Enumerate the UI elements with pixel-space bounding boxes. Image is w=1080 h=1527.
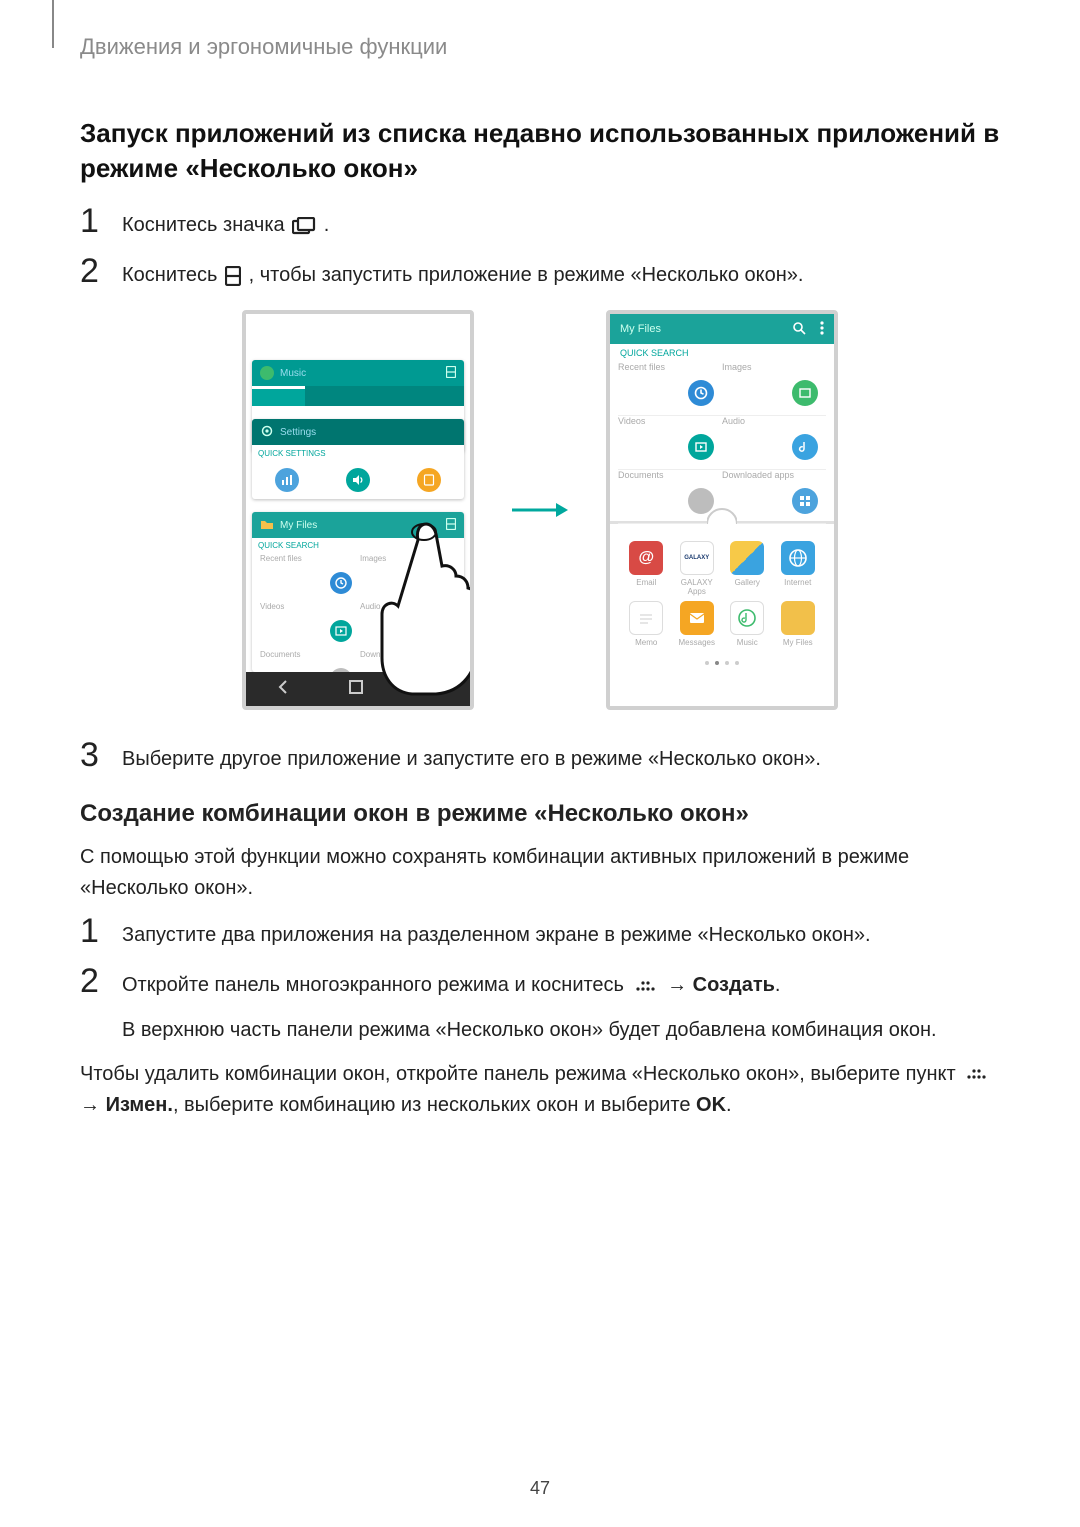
app-messages: Messages [675, 601, 720, 655]
recent-apps-icon [292, 217, 316, 235]
close-all-icon [419, 677, 443, 702]
step-number: 1 [80, 914, 104, 948]
more-icon [820, 321, 824, 338]
step-1: 1 Коснитесь значка . [80, 204, 1000, 240]
step-text: , чтобы запустить приложение в режиме «Н… [249, 264, 804, 286]
figure-phone-left: Music Settings QUICK SETTINGS [242, 310, 474, 710]
gallery-icon [730, 541, 764, 575]
globe-icon [781, 541, 815, 575]
back-icon [273, 677, 293, 702]
card-title: My Files [280, 520, 317, 531]
margin-rule [52, 0, 54, 48]
subsection-title: Создание комбинации окон в режиме «Неско… [80, 800, 1000, 828]
video-icon [688, 434, 714, 460]
bottom-pane: @Email GALAXYGALAXY Apps Gallery Interne… [610, 527, 834, 706]
step-bold: Создать [693, 974, 775, 996]
messages-icon [680, 601, 714, 635]
music-note-icon [430, 620, 452, 642]
quick-icons-row [252, 463, 464, 497]
video-icon [330, 620, 352, 642]
quick-search-label: QUICK SEARCH [610, 344, 834, 362]
search-icon [792, 321, 806, 338]
figure-phone-right: My Files QUICK SEARCH Recent files Image… [606, 310, 838, 710]
quick-search-label: QUICK SEARCH [252, 538, 464, 554]
more-options-dots-icon [965, 1059, 989, 1090]
step-text: Откройте панель многоэкранного режима и … [122, 974, 630, 996]
paragraph-delete: Чтобы удалить комбинации окон, откройте … [80, 1059, 1000, 1121]
running-header: Движения и эргономичные функции [80, 34, 1000, 60]
music-note-icon [260, 366, 274, 380]
pane-title: My Files [620, 323, 661, 335]
step-text: Коснитесь [122, 264, 223, 286]
folder-icon [260, 518, 274, 533]
app-memo: Memo [624, 601, 669, 655]
files-grid: Recent files Images Videos Audio Documen… [252, 554, 464, 672]
step-body: Коснитесь , чтобы запустить приложение в… [122, 254, 1000, 290]
chart-icon [275, 468, 299, 492]
app-email: @Email [624, 541, 669, 595]
step-text: . [324, 214, 330, 236]
section-title: Запуск приложений из списка недавно испо… [80, 116, 1000, 186]
app-my-files: My Files [776, 601, 821, 655]
page-indicator [610, 661, 834, 665]
card-settings: Settings QUICK SETTINGS [252, 419, 464, 499]
arrow-right-icon [510, 500, 570, 520]
galaxy-apps-icon: GALAXY [680, 541, 714, 575]
app-galaxy-apps: GALAXYGALAXY Apps [675, 541, 720, 595]
android-navbar [246, 672, 470, 706]
apps-icon [792, 488, 818, 514]
step-number: 1 [80, 204, 104, 238]
step-b1: 1 Запустите два приложения на разделенно… [80, 914, 1000, 950]
step-body: Запустите два приложения на разделенном … [122, 914, 1000, 950]
card-title: Music [280, 368, 306, 379]
sound-icon [346, 468, 370, 492]
more-options-dots-icon [634, 971, 658, 1001]
figure: Music Settings QUICK SETTINGS [80, 310, 1000, 710]
picture-icon [792, 380, 818, 406]
step-number: 3 [80, 738, 104, 772]
step-number: 2 [80, 254, 104, 288]
step-b2: 2 Откройте панель многоэкранного режима … [80, 964, 1000, 1045]
step-body: Откройте панель многоэкранного режима и … [122, 964, 1000, 1045]
step-text: → [667, 974, 693, 996]
step-body: Выберите другое приложение и запустите е… [122, 738, 1000, 774]
gear-icon [260, 424, 274, 441]
clock-icon [688, 380, 714, 406]
music-icon [730, 601, 764, 635]
step-2: 2 Коснитесь , чтобы запустить приложение… [80, 254, 1000, 290]
multi-window-icon [446, 366, 456, 381]
folder-icon [781, 601, 815, 635]
step-text: В верхнюю часть панели режима «Несколько… [122, 1019, 937, 1041]
step-number: 2 [80, 964, 104, 998]
manual-page: Движения и эргономичные функции Запуск п… [0, 0, 1080, 1527]
page-number: 47 [0, 1478, 1080, 1499]
home-icon [346, 677, 366, 702]
app-music: Music [725, 601, 770, 655]
files-grid: Recent files Images Videos Audio Documen… [610, 362, 834, 524]
memo-icon [629, 601, 663, 635]
card-my-files: My Files QUICK SEARCH Recent files Image… [252, 512, 464, 672]
multi-window-icon [446, 518, 456, 533]
step-body: Коснитесь значка . [122, 204, 1000, 240]
step-text: Коснитесь значка [122, 214, 290, 236]
multi-window-icon [225, 266, 241, 286]
email-icon: @ [629, 541, 663, 575]
picture-icon [430, 572, 452, 594]
display-icon [417, 468, 441, 492]
card-title: Settings [280, 427, 316, 438]
pane-handle-icon [707, 508, 737, 524]
quick-settings-label: QUICK SETTINGS [252, 445, 464, 463]
step-3: 3 Выберите другое приложение и запустите… [80, 738, 1000, 774]
clock-icon [330, 572, 352, 594]
paragraph: С помощью этой функции можно сохранять к… [80, 842, 1000, 904]
top-pane: My Files QUICK SEARCH Recent files Image… [610, 314, 834, 524]
app-gallery: Gallery [725, 541, 770, 595]
music-note-icon [792, 434, 818, 460]
app-internet: Internet [776, 541, 821, 595]
